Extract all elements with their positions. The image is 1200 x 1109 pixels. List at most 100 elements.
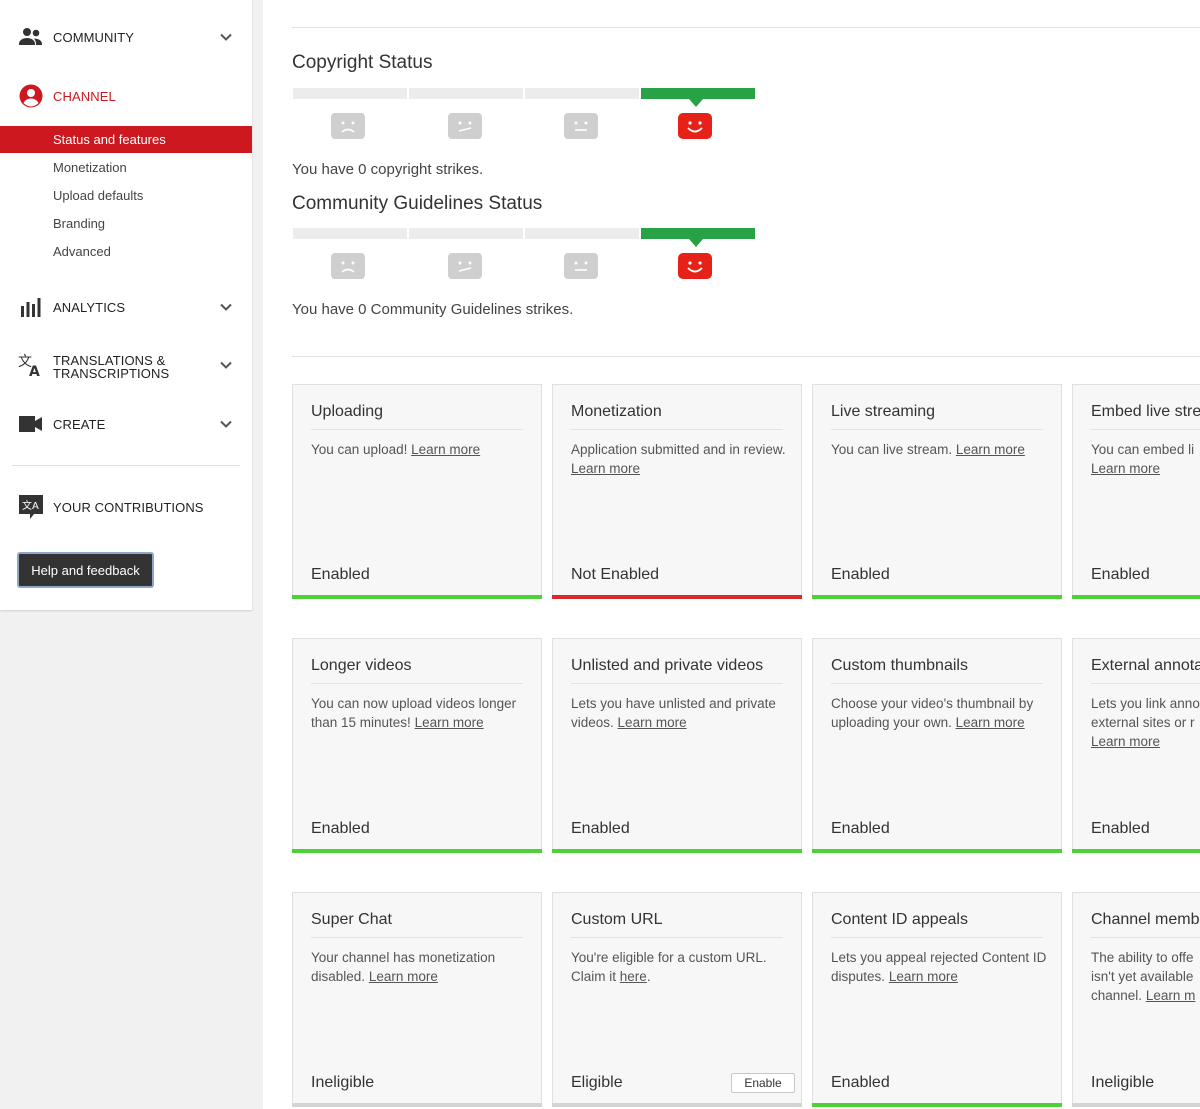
meter-pointer-icon: [689, 99, 703, 107]
enable-custom-url-button[interactable]: Enable: [731, 1073, 795, 1093]
status-bar: [552, 1103, 802, 1107]
status-bar: [292, 595, 542, 599]
sidebar-item-advanced[interactable]: Advanced: [0, 238, 252, 265]
status-badge: Enabled: [1091, 566, 1150, 583]
top-divider: [292, 27, 1200, 28]
nav-analytics[interactable]: ANALYTICS: [0, 287, 252, 327]
feature-card-custom-thumbnails: Custom thumbnails Choose your video's th…: [812, 638, 1062, 853]
status-badge: Enabled: [571, 820, 630, 837]
section-divider: [292, 356, 1200, 357]
status-bar: [1072, 1103, 1200, 1107]
feature-card-external-annotations: External annota Lets you link anno exter…: [1072, 638, 1200, 853]
guidelines-status-title: Community Guidelines Status: [292, 193, 543, 214]
status-badge: Ineligible: [1091, 1074, 1155, 1091]
nav-translations[interactable]: 文A TRANSLATIONS & TRANSCRIPTIONS: [0, 345, 252, 385]
nav-channel[interactable]: CHANNEL: [0, 76, 252, 116]
learn-more-link[interactable]: Learn more: [411, 442, 480, 457]
nav-create[interactable]: CREATE: [0, 404, 252, 444]
learn-more-link[interactable]: Learn more: [618, 715, 687, 730]
svg-text:A: A: [29, 364, 40, 377]
sad-face-icon: [331, 253, 365, 279]
status-badge: Enabled: [311, 566, 370, 583]
status-bar: [1072, 595, 1200, 599]
feature-card-live-streaming: Live streaming You can live stream. Lear…: [812, 384, 1062, 599]
main-content: Copyright Status You have 0 copyright st…: [263, 0, 1200, 1109]
copyright-strike-meter: [293, 88, 757, 148]
meter-pointer-icon: [689, 239, 703, 247]
nav-create-label: CREATE: [53, 416, 106, 432]
chevron-down-icon[interactable]: [218, 299, 234, 315]
status-badge: Enabled: [311, 820, 370, 837]
learn-more-link[interactable]: Learn more: [571, 461, 640, 476]
guidelines-strike-meter: [293, 228, 757, 288]
help-and-feedback-button[interactable]: Help and feedback: [17, 552, 154, 588]
status-bar: [812, 595, 1062, 599]
feature-card-unlisted-private-videos: Unlisted and private videos Lets you hav…: [552, 638, 802, 853]
people-icon: [18, 24, 44, 50]
chevron-down-icon[interactable]: [218, 29, 234, 45]
sidebar-item-monetization[interactable]: Monetization: [0, 154, 252, 181]
sidebar-item-status-and-features[interactable]: Status and features: [0, 126, 252, 153]
status-badge: Enabled: [831, 820, 890, 837]
feature-card-custom-url: Custom URL You're eligible for a custom …: [552, 892, 802, 1107]
chevron-down-icon[interactable]: [218, 357, 234, 373]
chevron-down-icon[interactable]: [218, 416, 234, 432]
status-bar: [552, 849, 802, 853]
unsure-face-icon: [448, 113, 482, 139]
guidelines-strikes-text: You have 0 Community Guidelines strikes.: [292, 301, 574, 318]
status-bar: [812, 849, 1062, 853]
status-bar: [292, 1103, 542, 1107]
feature-card-content-id-appeals: Content ID appeals Lets you appeal rejec…: [812, 892, 1062, 1107]
sidebar: COMMUNITY CHANNEL Status and features Mo…: [0, 0, 252, 610]
neutral-face-icon: [564, 113, 598, 139]
nav-community-label: COMMUNITY: [53, 29, 135, 45]
learn-more-link[interactable]: Learn more: [369, 969, 438, 984]
nav-analytics-label: ANALYTICS: [53, 299, 126, 315]
status-badge: Not Enabled: [571, 566, 660, 583]
learn-more-link[interactable]: Learn more: [956, 442, 1025, 457]
status-bar: [812, 1103, 1062, 1107]
feature-card-super-chat: Super Chat Your channel has monetization…: [292, 892, 542, 1107]
feature-card-uploading: Uploading You can upload! Learn more Ena…: [292, 384, 542, 599]
learn-more-link[interactable]: Learn more: [1091, 734, 1160, 749]
translate-bubble-icon: 文A: [18, 494, 44, 520]
sidebar-divider: [12, 465, 240, 466]
neutral-face-icon: [564, 253, 598, 279]
status-bar: [1072, 849, 1200, 853]
nav-contributions-label: YOUR CONTRIBUTIONS: [53, 499, 204, 515]
happy-face-icon: [678, 253, 712, 279]
status-badge: Eligible: [571, 1074, 623, 1091]
copyright-status-title: Copyright Status: [292, 52, 433, 73]
nav-your-contributions[interactable]: 文A YOUR CONTRIBUTIONS: [0, 487, 252, 527]
status-badge: Enabled: [1091, 820, 1150, 837]
status-bar: [292, 849, 542, 853]
status-badge: Enabled: [831, 566, 890, 583]
learn-more-link[interactable]: Learn m: [1146, 988, 1196, 1003]
sad-face-icon: [331, 113, 365, 139]
unsure-face-icon: [448, 253, 482, 279]
nav-community[interactable]: COMMUNITY: [0, 17, 252, 57]
feature-card-longer-videos: Longer videos You can now upload videos …: [292, 638, 542, 853]
video-camera-icon: [18, 411, 44, 437]
learn-more-link[interactable]: Learn more: [1091, 461, 1160, 476]
learn-more-link[interactable]: Learn more: [889, 969, 958, 984]
feature-card-channel-memberships: Channel memb The ability to offe isn't y…: [1072, 892, 1200, 1107]
happy-face-icon: [678, 113, 712, 139]
learn-more-link[interactable]: Learn more: [415, 715, 484, 730]
svg-text:文A: 文A: [22, 499, 39, 512]
feature-card-monetization: Monetization Application submitted and i…: [552, 384, 802, 599]
bar-chart-icon: [18, 294, 44, 320]
claim-here-link[interactable]: here: [620, 969, 647, 984]
account-circle-icon: [18, 83, 44, 109]
nav-channel-label: CHANNEL: [53, 88, 116, 104]
copyright-strikes-text: You have 0 copyright strikes.: [292, 161, 484, 178]
feature-card-embed-live-streams: Embed live stre You can embed li Learn m…: [1072, 384, 1200, 599]
nav-translations-label-line2: TRANSCRIPTIONS: [53, 366, 170, 381]
sidebar-item-upload-defaults[interactable]: Upload defaults: [0, 182, 252, 209]
status-badge: Enabled: [831, 1074, 890, 1091]
status-bar: [552, 595, 802, 599]
status-badge: Ineligible: [311, 1074, 375, 1091]
translate-icon: 文A: [18, 352, 44, 378]
sidebar-item-branding[interactable]: Branding: [0, 210, 252, 237]
learn-more-link[interactable]: Learn more: [956, 715, 1025, 730]
